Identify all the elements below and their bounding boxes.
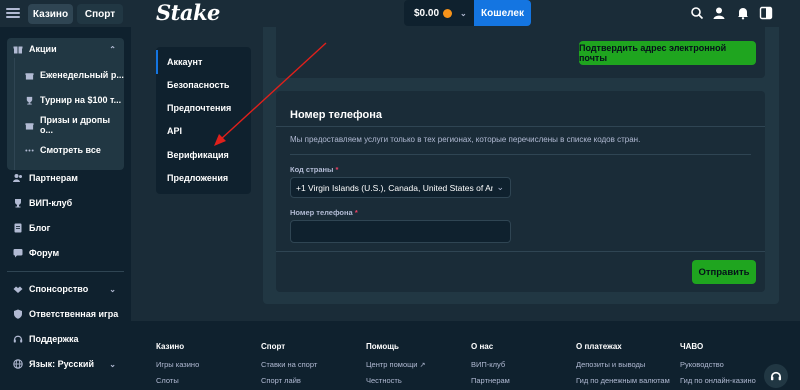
annotation-arrow bbox=[214, 42, 327, 146]
